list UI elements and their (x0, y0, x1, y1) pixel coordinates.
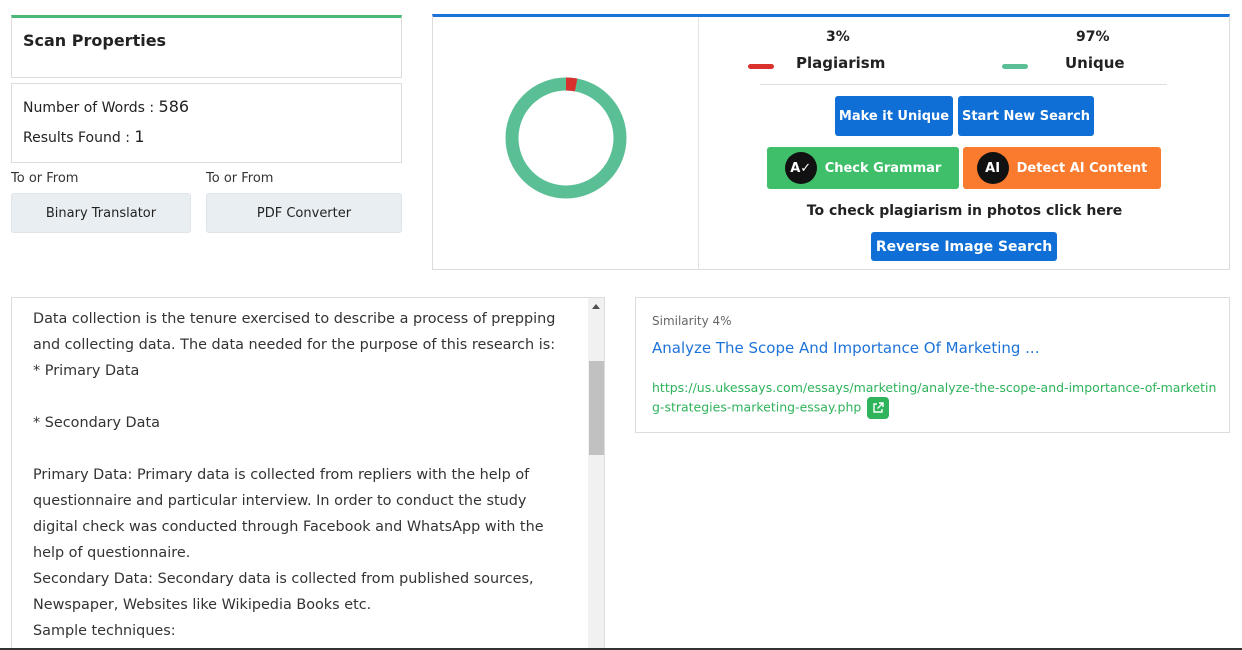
donut-unique-segment (505, 77, 627, 199)
legend-divider (760, 84, 1167, 85)
scan-properties-panel: Scan Properties (11, 15, 402, 78)
pdf-converter-caption: To or From (206, 171, 274, 186)
similarity-title-link[interactable]: Analyze The Scope And Importance Of Mark… (652, 339, 1039, 357)
unique-legend-swatch (1002, 64, 1028, 69)
plagiarism-legend-swatch (748, 64, 774, 69)
similarity-label: Similarity 4% (652, 314, 732, 328)
similarity-url-text[interactable]: https://us.ukessays.com/essays/marketing… (652, 380, 1216, 415)
scan-stats-panel: Number of Words : 586 Results Found : 1 (11, 83, 402, 163)
word-count-value: 586 (158, 97, 190, 116)
plagiarism-legend-label: Plagiarism (796, 54, 886, 72)
binary-translator-caption: To or From (11, 171, 79, 186)
result-panel: 3% 97% Plagiarism Unique Make it Unique … (432, 14, 1230, 270)
text-scrollbar[interactable] (588, 298, 604, 650)
content-line: help of questionnaire. (33, 545, 191, 561)
make-unique-button[interactable]: Make it Unique (835, 96, 953, 136)
scroll-thumb[interactable] (589, 361, 604, 455)
ai-icon: AI (976, 152, 1009, 184)
grammar-icon: A✓ (784, 152, 817, 184)
unique-percent: 97% (1076, 29, 1110, 45)
scan-properties-title: Scan Properties (23, 31, 167, 50)
similarity-result-card: Similarity 4% Analyze The Scope And Impo… (635, 297, 1230, 433)
results-found-row: Results Found : 1 (23, 127, 145, 146)
content-line: Secondary Data: Secondary data is collec… (33, 571, 534, 587)
results-found-value: 1 (134, 127, 145, 146)
content-line: questionnaire and particular interview. … (33, 493, 527, 509)
check-grammar-button[interactable]: A✓ Check Grammar (767, 147, 959, 189)
content-line: digital check was conducted through Face… (33, 519, 544, 535)
panel-divider (698, 17, 699, 270)
similarity-url[interactable]: https://us.ukessays.com/essays/marketing… (652, 378, 1217, 419)
content-line: Sample techniques: (33, 623, 176, 639)
word-count-label: Number of Words : (23, 100, 159, 116)
detect-ai-label: Detect AI Content (1016, 160, 1148, 176)
content-line (33, 384, 578, 410)
start-new-search-button[interactable]: Start New Search (958, 96, 1094, 136)
results-found-label: Results Found : (23, 130, 135, 146)
word-count-row: Number of Words : 586 (23, 97, 189, 116)
content-line: Data collection is the tenure exercised … (33, 311, 556, 327)
content-line (33, 436, 578, 462)
content-line: * Primary Data (33, 363, 140, 379)
plagiarism-donut-chart (505, 77, 627, 199)
pdf-converter-button[interactable]: PDF Converter (206, 193, 402, 233)
external-link-icon[interactable] (867, 397, 890, 419)
content-text: Data collection is the tenure exercised … (33, 306, 578, 644)
photo-check-text: To check plagiarism in photos click here (806, 203, 1123, 219)
detect-ai-button[interactable]: AI Detect AI Content (963, 147, 1161, 189)
content-line: Primary Data: Primary data is collected … (33, 467, 530, 483)
content-line: * Secondary Data (33, 415, 160, 431)
reverse-image-search-button[interactable]: Reverse Image Search (871, 232, 1057, 261)
content-line: and collecting data. The data needed for… (33, 337, 556, 353)
plagiarism-percent: 3% (826, 29, 850, 45)
content-text-box[interactable]: Data collection is the tenure exercised … (11, 297, 605, 650)
scroll-up-arrow-icon[interactable] (592, 304, 600, 309)
binary-translator-button[interactable]: Binary Translator (11, 193, 191, 233)
unique-legend-label: Unique (1065, 54, 1125, 72)
check-grammar-label: Check Grammar (824, 160, 942, 176)
content-line: Newspaper, Websites like Wikipedia Books… (33, 597, 372, 613)
